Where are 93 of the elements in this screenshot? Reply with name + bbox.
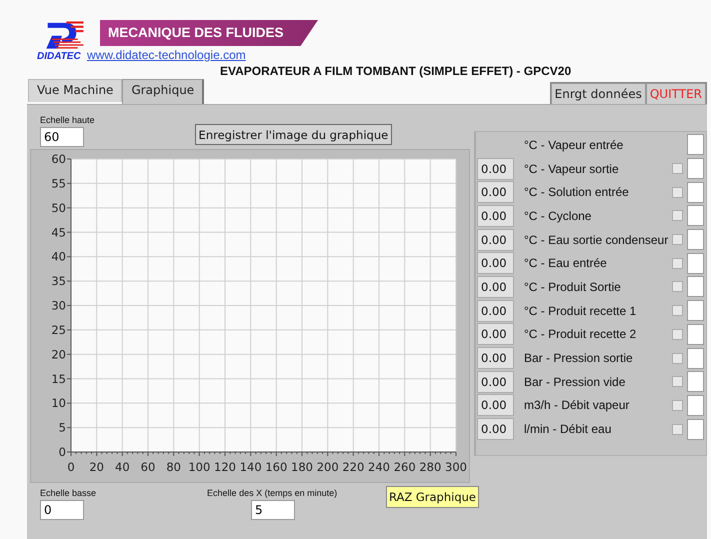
checkbox[interactable] (672, 352, 683, 364)
value-display: 0.00 (477, 252, 514, 274)
color-swatch[interactable] (687, 158, 704, 180)
color-swatch[interactable] (687, 182, 704, 203)
value-display: 0.00 (477, 158, 514, 180)
value-display: 0.00 (477, 181, 514, 204)
tab[interactable]: Vue Machine (28, 79, 122, 102)
legend-label: °C - Eau sortie condenseur (523, 232, 670, 247)
color-swatch[interactable] (687, 205, 704, 226)
color-swatch[interactable] (687, 394, 704, 416)
tick-label: 240 (368, 460, 390, 474)
tick-label: 120 (214, 460, 236, 474)
legend-label: °C - Solution entrée (523, 185, 630, 200)
legend-label: °C - Cyclone (523, 208, 592, 223)
tick-label: 40 (51, 250, 66, 264)
tick-label: 35 (51, 274, 66, 288)
color-swatch[interactable] (687, 300, 704, 322)
color-swatch[interactable] (687, 418, 704, 440)
tab[interactable]: Graphique (122, 79, 204, 104)
save-data-button[interactable]: Enrgt données (550, 83, 646, 105)
value-display: 0.00 (477, 418, 514, 440)
tick-label: 45 (51, 225, 66, 240)
legend-label: °C - Produit recette 1 (523, 304, 638, 318)
tick-label: 30 (51, 298, 66, 312)
tick-label: 50 (51, 200, 66, 215)
checkbox[interactable] (672, 210, 683, 222)
tick-label: 160 (265, 460, 288, 474)
color-swatch[interactable] (687, 276, 704, 298)
legend-label: °C - Vapeur sortie (523, 162, 620, 176)
legend-label: °C - Eau entrée (523, 256, 608, 270)
tick-label: 80 (166, 460, 181, 474)
tick-label: 260 (394, 460, 416, 474)
legend-label: Bar - Pression vide (523, 374, 626, 389)
value-display: 0.00 (477, 347, 514, 370)
value-display: 0.00 (477, 276, 514, 298)
tick-label: 220 (342, 460, 364, 474)
checkbox[interactable] (672, 163, 683, 174)
checkbox[interactable] (672, 328, 683, 340)
tick-label: 0 (58, 445, 66, 459)
value-display: 0.00 (477, 300, 514, 322)
banner: MECANIQUE DES FLUIDES (100, 20, 318, 46)
value-display: 0.00 (477, 204, 514, 227)
legend-label: °C - Vapeur entrée (523, 138, 624, 152)
input-field[interactable]: 5 (251, 500, 296, 520)
color-swatch[interactable] (687, 371, 704, 392)
checkbox[interactable] (672, 186, 683, 198)
tick-label: 0 (67, 460, 75, 474)
tick-label: 20 (89, 460, 104, 474)
reset-chart-button[interactable]: RAZ Graphique (386, 486, 479, 508)
checkbox[interactable] (672, 424, 683, 435)
value-display: 0.00 (477, 370, 514, 393)
value-display: 0.00 (477, 394, 514, 416)
color-swatch[interactable] (687, 348, 704, 369)
input-field[interactable]: 60 (40, 127, 84, 147)
tick-label: 100 (188, 460, 210, 474)
field-label: Echelle basse (40, 488, 96, 498)
checkbox[interactable] (672, 281, 683, 292)
tick-label: 25 (51, 322, 66, 337)
checkbox[interactable] (672, 305, 683, 316)
legend-label: l/min - Débit eau (523, 422, 612, 436)
checkbox[interactable] (672, 400, 683, 411)
input-field[interactable]: 0 (40, 500, 84, 520)
tick-label: 60 (140, 460, 156, 474)
checkbox[interactable] (672, 234, 683, 246)
tick-label: 200 (316, 460, 339, 474)
tick-label: 15 (51, 372, 66, 386)
tick-label: 300 (445, 460, 467, 474)
checkbox[interactable] (672, 376, 683, 388)
value-display: 0.00 (477, 228, 514, 251)
tick-label: 40 (115, 460, 130, 474)
tick-label: 10 (51, 396, 66, 410)
field-label: Echelle des X (temps en minute) (207, 488, 338, 498)
tick-label: 60 (51, 152, 66, 166)
save-image-button[interactable]: Enregistrer l'image du graphique (194, 124, 392, 145)
tick-label: 5 (58, 420, 66, 435)
legend-label: m3/h - Débit vapeur (523, 398, 630, 412)
field-label: Echelle haute (40, 115, 95, 125)
value-display: 0.00 (477, 323, 514, 346)
website-link[interactable]: www.didatec-technologie.com (87, 48, 572, 62)
tick-label: 20 (51, 347, 66, 362)
color-swatch[interactable] (687, 229, 704, 250)
color-swatch[interactable] (687, 134, 704, 156)
tick-label: 280 (419, 460, 442, 474)
color-swatch[interactable] (687, 252, 704, 274)
legend-label: °C - Produit Sortie (523, 280, 622, 294)
legend-label: Bar - Pression sortie (523, 351, 634, 366)
legend-label: °C - Produit recette 2 (523, 327, 638, 342)
window-title: EVAPORATEUR A FILM TOMBANT (SIMPLE EFFET) - GPCV20 (220, 64, 572, 78)
tick-label: 180 (291, 460, 313, 474)
color-swatch[interactable] (687, 324, 704, 345)
tick-label: 55 (51, 176, 66, 190)
checkbox[interactable] (672, 258, 683, 269)
tick-label: 140 (240, 460, 262, 474)
